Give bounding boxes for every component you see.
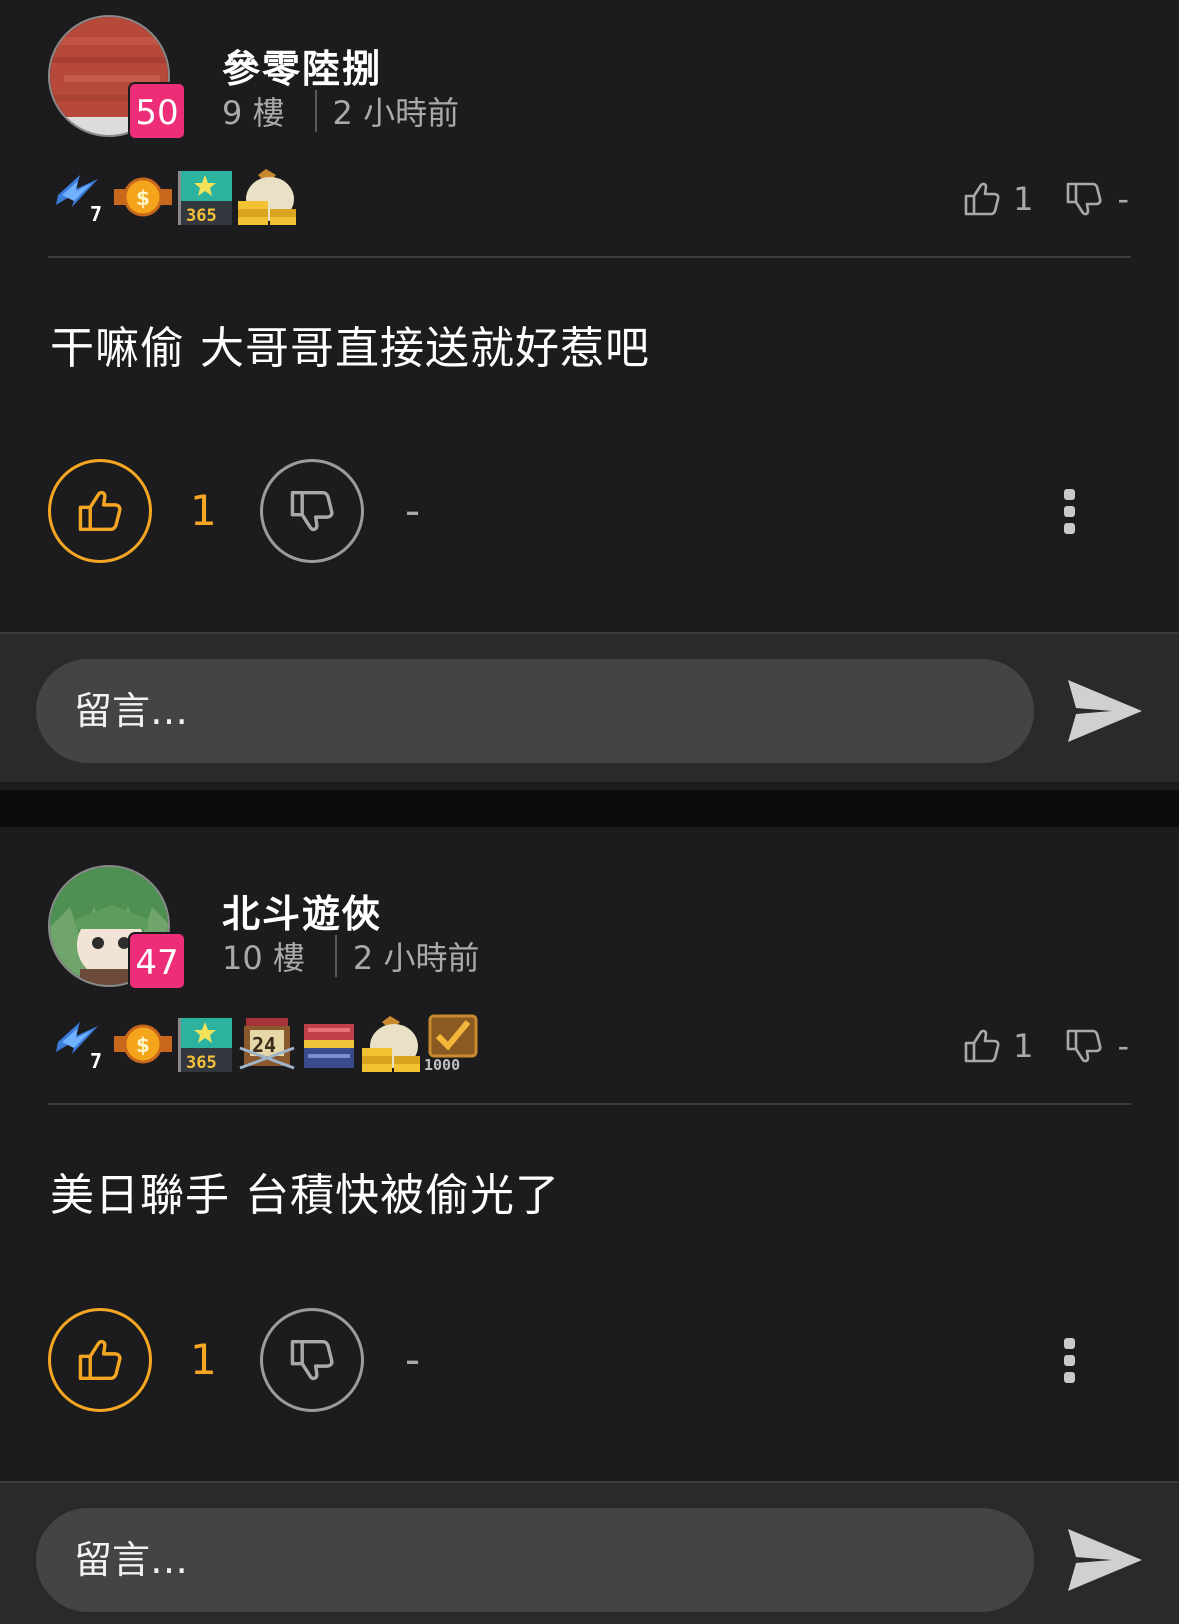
coin-icon[interactable]: $ (112, 165, 174, 227)
svg-text:$: $ (136, 1033, 150, 1057)
dislike-button[interactable] (260, 1308, 364, 1412)
level-badge: 50 (128, 82, 186, 140)
thumbs-up-icon (78, 1339, 122, 1381)
svg-text:$: $ (136, 186, 150, 210)
coin-icon[interactable]: $ (112, 1012, 174, 1074)
flag-365-icon[interactable]: 365 (174, 1012, 236, 1074)
treasure-box-icon[interactable] (298, 1012, 360, 1074)
post-floor-9: 50 參零陸捌 9 樓 2 小時前 7 $ 365 1 - 干嘛偷 大哥哥直接送… (0, 0, 1179, 633)
dislike-count: - (405, 486, 421, 535)
floor-number: 9 樓 (222, 94, 285, 132)
header-divider (48, 256, 1131, 258)
mini-vote-summary: 1 - (963, 180, 1129, 218)
dislike-count: - (405, 1335, 421, 1384)
comment-input[interactable] (36, 659, 1034, 763)
chest-24-icon[interactable]: 24 (236, 1012, 298, 1074)
post-content: 干嘛偷 大哥哥直接送就好惹吧 (50, 323, 650, 374)
comment-input[interactable] (36, 1508, 1034, 1612)
like-count: 1 (190, 486, 217, 535)
post-floor-10: 47 北斗遊俠 10 樓 2 小時前 7 $ 365 24 1000 1 - 美… (0, 827, 1179, 1483)
post-time: 2 小時前 (352, 939, 480, 977)
send-icon[interactable] (1066, 678, 1144, 744)
svg-text:1000: 1000 (424, 1056, 460, 1074)
svg-text:7: 7 (90, 202, 102, 226)
more-options-icon[interactable] (1062, 486, 1076, 537)
username[interactable]: 北斗遊俠 (222, 883, 382, 938)
like-count: 1 (190, 1335, 217, 1384)
post-content: 美日聯手 台積快被偷光了 (50, 1170, 560, 1221)
money-bag-icon[interactable] (360, 1012, 422, 1074)
meta-separator (314, 90, 317, 132)
dislike-button[interactable] (260, 459, 364, 563)
mini-like-count: 1 (1013, 180, 1034, 218)
mini-dislike-count: - (1117, 180, 1129, 218)
post-time: 2 小時前 (332, 94, 460, 132)
more-options-icon[interactable] (1062, 1335, 1076, 1386)
mini-vote-summary: 1 - (963, 1027, 1129, 1065)
comment-bar (0, 1481, 1179, 1624)
header-divider (48, 1103, 1131, 1105)
lightning-7-icon[interactable]: 7 (50, 1012, 112, 1074)
lightning-7-icon[interactable]: 7 (50, 165, 112, 227)
post-meta: 9 樓 2 小時前 (222, 88, 459, 134)
thumbs-down-icon[interactable] (1065, 181, 1103, 217)
post-meta: 10 樓 2 小時前 (222, 933, 479, 979)
floor-number: 10 樓 (222, 939, 305, 977)
post-separator (0, 790, 1179, 827)
avatar[interactable]: 47 (48, 865, 186, 990)
svg-text:7: 7 (90, 1049, 102, 1073)
like-button[interactable] (48, 459, 152, 563)
avatar[interactable]: 50 (48, 15, 186, 140)
thumbs-down-icon[interactable] (1065, 1028, 1103, 1064)
comment-bar (0, 632, 1179, 782)
thumbs-up-icon (78, 490, 122, 532)
badge-row: 7 $ 365 24 1000 (50, 1012, 484, 1074)
send-icon[interactable] (1066, 1527, 1144, 1593)
username[interactable]: 參零陸捌 (222, 38, 382, 93)
svg-text:365: 365 (186, 206, 217, 226)
svg-text:365: 365 (186, 1053, 217, 1073)
like-button[interactable] (48, 1308, 152, 1412)
thumbs-down-icon (290, 1339, 334, 1381)
meta-separator (334, 935, 337, 977)
level-badge: 47 (128, 932, 186, 990)
thumbs-up-icon[interactable] (963, 1028, 1001, 1064)
badge-row: 7 $ 365 (50, 165, 298, 227)
thumbs-down-icon (290, 490, 334, 532)
flag-365-icon[interactable]: 365 (174, 165, 236, 227)
thumbs-up-icon[interactable] (963, 181, 1001, 217)
money-bag-icon[interactable] (236, 165, 298, 227)
mini-like-count: 1 (1013, 1027, 1034, 1065)
mini-dislike-count: - (1117, 1027, 1129, 1065)
checkbox-1000-icon[interactable]: 1000 (422, 1012, 484, 1074)
